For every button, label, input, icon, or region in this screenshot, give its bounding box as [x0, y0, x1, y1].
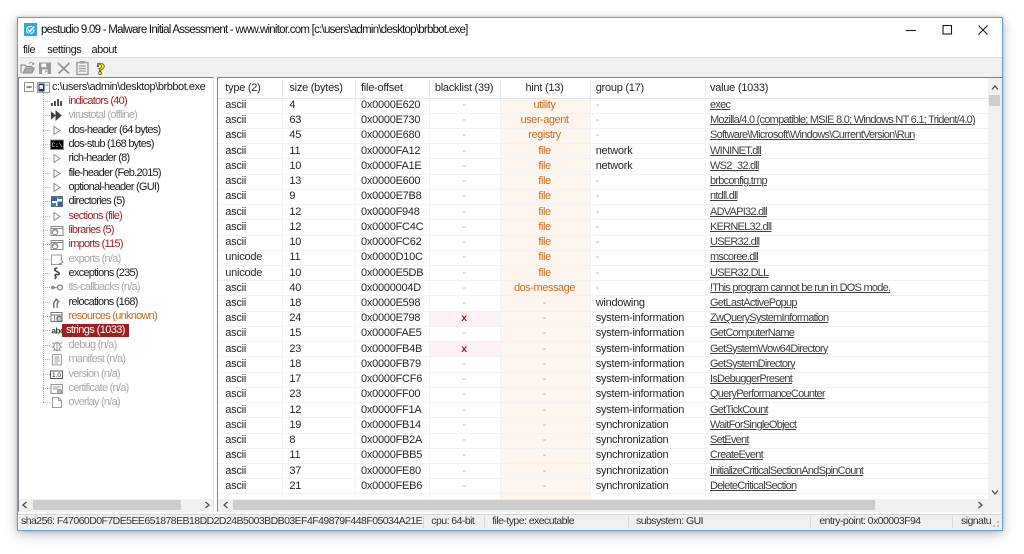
svg-text:?: ? — [97, 60, 106, 77]
svg-text:1.0: 1.0 — [52, 372, 61, 379]
svg-text:C:\.: C:\. — [52, 142, 65, 149]
